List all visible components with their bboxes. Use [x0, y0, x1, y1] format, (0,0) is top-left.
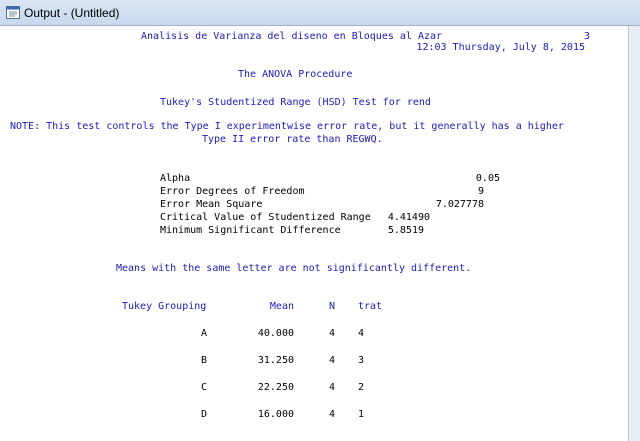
- cell-grouping: D: [201, 409, 208, 420]
- col-header-mean: Mean: [269, 301, 294, 312]
- stat-label: Error Degrees of Freedom: [160, 186, 305, 197]
- stat-value: 4.41490: [387, 212, 430, 223]
- cell-grouping: B: [201, 355, 208, 366]
- output-content: Analisis de Varianza del diseno en Bloqu…: [0, 26, 628, 441]
- cell-trat: 4: [358, 328, 365, 339]
- stat-value: 0.05: [475, 173, 500, 184]
- sas-output-icon: [6, 6, 20, 19]
- cell-trat: 2: [358, 382, 365, 393]
- window-title: Output - (Untitled): [24, 6, 120, 20]
- stat-value: 9: [477, 186, 484, 197]
- vertical-scrollbar[interactable]: [628, 26, 640, 441]
- cell-mean: 31.250: [257, 355, 294, 366]
- stat-label: Minimum Significant Difference: [160, 225, 341, 236]
- cell-trat: 1: [358, 409, 365, 420]
- cell-grouping: A: [201, 328, 208, 339]
- cell-trat: 3: [358, 355, 365, 366]
- cell-n: 4: [329, 355, 336, 366]
- col-header-trat: trat: [358, 301, 383, 312]
- procedure-title: The ANOVA Procedure: [238, 69, 353, 80]
- cell-mean: 22.250: [257, 382, 294, 393]
- note-line-2: Type II error rate than REGWQ.: [202, 134, 383, 145]
- cell-n: 4: [329, 409, 336, 420]
- output-window: Output - (Untitled) Analisis de Varianza…: [0, 0, 640, 441]
- col-header-grouping: Tukey Grouping: [122, 301, 207, 312]
- cell-grouping: C: [201, 382, 208, 393]
- stat-value: 5.8519: [387, 225, 424, 236]
- title-bar[interactable]: Output - (Untitled): [0, 0, 640, 26]
- timestamp: 12:03 Thursday, July 8, 2015: [416, 42, 585, 53]
- cell-mean: 40.000: [257, 328, 294, 339]
- cell-n: 4: [329, 328, 336, 339]
- note-line-1: NOTE: This test controls the Type I expe…: [10, 121, 564, 132]
- cell-n: 4: [329, 382, 336, 393]
- means-note: Means with the same letter are not signi…: [116, 263, 472, 274]
- test-title: Tukey's Studentized Range (HSD) Test for…: [160, 97, 431, 108]
- stat-label: Critical Value of Studentized Range: [160, 212, 371, 223]
- cell-mean: 16.000: [257, 409, 294, 420]
- stat-label: Alpha: [160, 173, 191, 184]
- stat-label: Error Mean Square: [160, 199, 263, 210]
- col-header-n: N: [329, 301, 336, 312]
- stat-value: 7.027778: [435, 199, 484, 210]
